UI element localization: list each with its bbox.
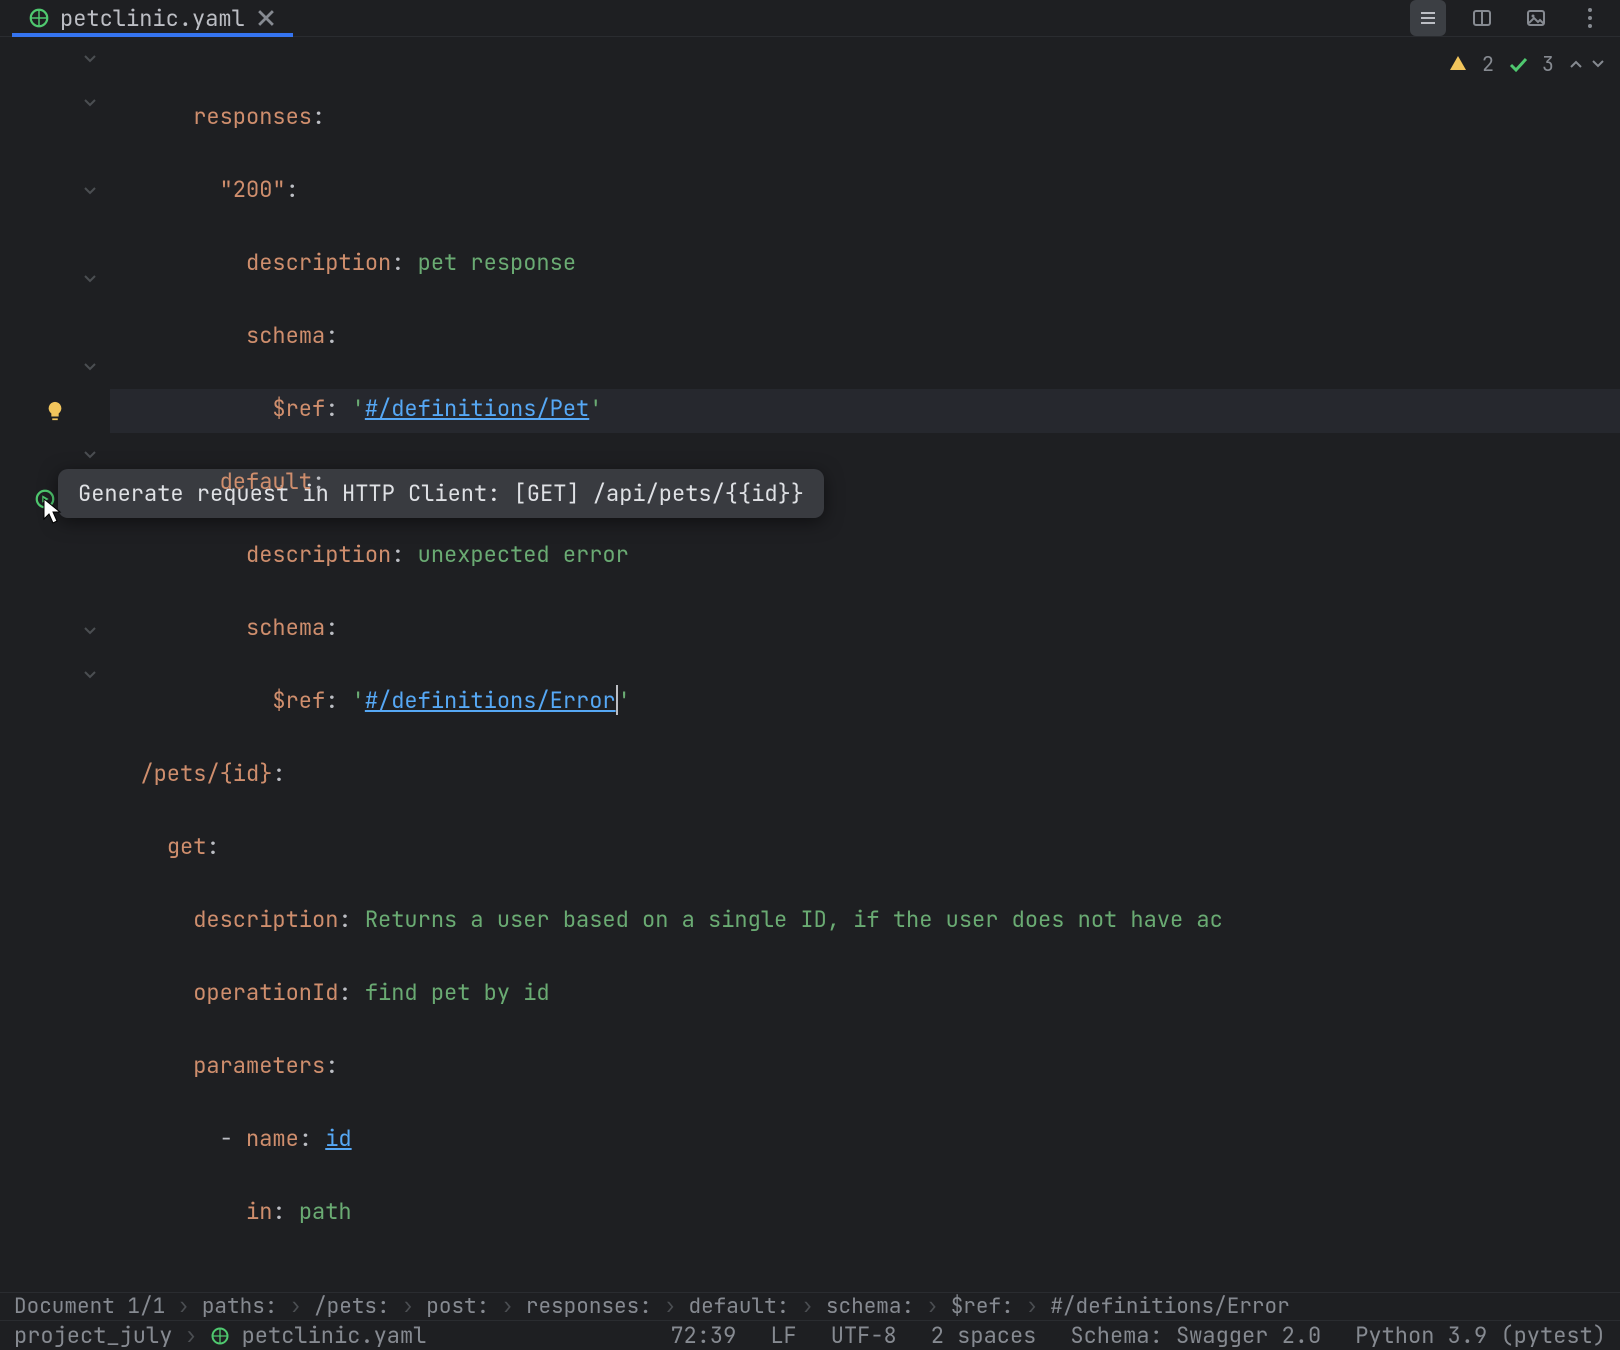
fold-toggle[interactable]	[0, 169, 110, 213]
file-encoding[interactable]: UTF-8	[831, 1321, 897, 1350]
tab-bar-left: petclinic.yaml	[12, 0, 293, 36]
fold-toggle[interactable]	[0, 609, 110, 653]
breadcrumb-item[interactable]: post:	[426, 1293, 489, 1320]
breadcrumb-item[interactable]: responses:	[526, 1293, 652, 1320]
tab-bar-right	[1410, 0, 1608, 36]
openapi-icon	[28, 7, 50, 29]
tab-filename: petclinic.yaml	[60, 4, 245, 33]
breadcrumb-item[interactable]: paths:	[202, 1293, 278, 1320]
openapi-icon	[210, 1326, 230, 1346]
fold-toggle[interactable]	[0, 653, 110, 697]
interpreter-label[interactable]: Python 3.9 (pytest)	[1355, 1321, 1606, 1350]
mouse-pointer-icon	[42, 497, 64, 525]
fold-toggle[interactable]	[0, 81, 110, 125]
line-ending[interactable]: LF	[770, 1321, 796, 1350]
more-actions-button[interactable]	[1572, 0, 1608, 36]
gutter	[0, 37, 110, 1292]
fold-toggle[interactable]	[0, 345, 110, 389]
status-bar: project_july › petclinic.yaml 72:39 LF U…	[0, 1320, 1620, 1350]
preview-image-button[interactable]	[1518, 0, 1554, 36]
schema-label[interactable]: Schema: Swagger 2.0	[1070, 1321, 1321, 1350]
breadcrumb-item[interactable]: $ref:	[951, 1293, 1014, 1320]
fold-toggle[interactable]	[0, 37, 110, 81]
file-tab[interactable]: petclinic.yaml	[12, 0, 293, 36]
indent-settings[interactable]: 2 spaces	[931, 1321, 1037, 1350]
breadcrumb-item[interactable]: schema:	[826, 1293, 914, 1320]
breadcrumb-bar[interactable]: Document 1/1› paths:› /pets:› post:› res…	[0, 1292, 1620, 1320]
code-area[interactable]: responses: "200": description: pet respo…	[110, 37, 1620, 1292]
cursor-position[interactable]: 72:39	[670, 1321, 736, 1350]
breadcrumb-item[interactable]: Document 1/1	[14, 1293, 165, 1320]
intention-bulb-icon[interactable]	[0, 389, 110, 433]
split-view-button[interactable]	[1464, 0, 1500, 36]
ide-window: petclinic.yaml 2 3	[0, 0, 1620, 979]
status-bar-left: project_july › petclinic.yaml	[14, 1321, 426, 1350]
code-editor[interactable]: 2 3 responses:	[0, 37, 1620, 1292]
fold-toggle[interactable]	[0, 257, 110, 301]
close-icon[interactable]	[255, 7, 277, 29]
status-filename[interactable]: petclinic.yaml	[242, 1321, 427, 1350]
breadcrumb-item[interactable]: default:	[688, 1293, 789, 1320]
breadcrumb-item[interactable]: #/definitions/Error	[1050, 1293, 1289, 1320]
list-view-button[interactable]	[1410, 0, 1446, 36]
tab-bar: petclinic.yaml	[0, 0, 1620, 37]
status-bar-right: 72:39 LF UTF-8 2 spaces Schema: Swagger …	[670, 1321, 1606, 1350]
breadcrumb-item[interactable]: /pets:	[314, 1293, 390, 1320]
project-name[interactable]: project_july	[14, 1321, 172, 1350]
